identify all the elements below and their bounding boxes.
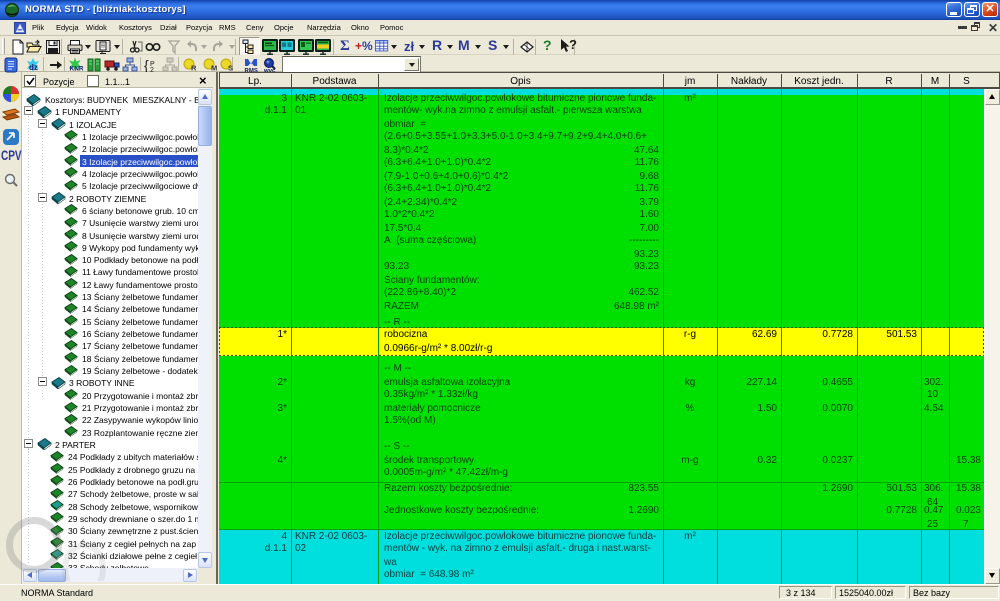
svg-text:{: {: [144, 57, 149, 73]
svg-text:dz: dz: [29, 63, 38, 72]
